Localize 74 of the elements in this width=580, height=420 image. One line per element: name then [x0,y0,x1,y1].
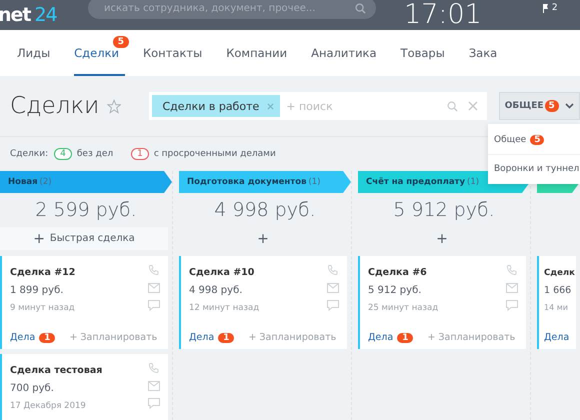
deal-title[interactable]: Сделка #10 [189,264,327,282]
deal-title[interactable]: Сделка #6 [368,264,506,282]
deal-amount: 4 998 руб. [189,284,244,298]
add-deal-button[interactable]: + [179,227,347,250]
page-title: Сделки [10,93,100,119]
deal-title[interactable]: Сделка тестовая [10,362,148,380]
counter-text[interactable]: с просроченными делами [154,149,276,159]
search-input[interactable]: искать сотрудника, документ, прочее... [102,2,355,14]
nav-tab[interactable]: Лиды [17,30,50,76]
tasks-link[interactable]: Дела [189,332,214,343]
flag-icon [542,4,549,12]
deal-amount: 1 666 [544,284,572,298]
envelope-icon[interactable] [506,283,518,293]
stage-total: 4 998 руб. [213,198,317,223]
nav-tab[interactable]: Компании [226,30,288,76]
star-icon[interactable] [107,98,122,114]
notification-count: 2 [552,3,558,13]
deal-time: 17 Декабря 2019 [10,400,87,413]
deal-time: 9 минут назад [10,302,76,315]
deal-title[interactable]: Сделка #12 [10,264,148,282]
close-icon[interactable] [267,102,274,110]
phone-icon[interactable] [148,362,160,374]
deal-title[interactable]: Сделк [544,264,576,282]
deal-amount: 5 912 руб. [368,284,422,298]
deal-time: 25 минут назад [368,302,440,315]
nav-tab[interactable]: Аналитика [311,30,377,76]
nav-tab[interactable]: Контакты [142,30,202,76]
search-field[interactable]: искать сотрудника, документ, прочее... [88,0,376,19]
tasks-link[interactable]: Дела [368,332,394,343]
phone-icon[interactable] [148,264,160,276]
deal-amount: 1 899 руб. [10,284,64,298]
chat-icon[interactable] [327,300,339,311]
counter-badge[interactable]: 1 [131,148,149,160]
deal-time: 12 минут назад [189,302,260,315]
counter-text[interactable]: без дел [76,149,114,159]
nav-tab[interactable]: Зака [468,30,498,76]
chat-icon[interactable] [148,300,160,311]
menu-item[interactable]: Воронки и туннел [488,154,580,182]
count-badge: 1 [397,332,414,342]
chat-icon[interactable] [506,300,518,311]
chat-icon[interactable] [148,398,160,409]
envelope-icon[interactable] [148,381,160,391]
tasks-link[interactable]: Дела [544,332,570,343]
tasks-link[interactable]: Дела [10,332,36,343]
count-badge: 5 [530,135,544,145]
counter-label: Сделки: [10,149,48,159]
quick-deal-button[interactable]: + Быстрая сделка [0,227,168,250]
chevron-down-icon [564,103,574,109]
stage-header[interactable]: Подготовка документов (1) [179,171,351,193]
search-icon [355,2,366,14]
search-icon[interactable] [446,100,458,112]
stage-total: 2 599 руб. [34,198,138,223]
chip-label: Сделки в работе [162,100,260,112]
envelope-icon[interactable] [148,283,160,293]
close-icon[interactable] [468,100,478,110]
add-deal-button[interactable]: + [358,227,526,250]
count-badge: 1 [39,332,56,342]
phone-icon[interactable] [327,264,339,276]
stage-total: 5 912 руб. [392,198,496,223]
clock: 17:01 [404,0,482,30]
count-badge: 5 [112,36,129,48]
count-badge: 1 [218,332,234,342]
deal-time: 14 ми [544,302,569,314]
filter-chip[interactable]: Сделки в работе [152,95,280,117]
menu-item[interactable]: Общее 5 [488,126,580,154]
stage-header[interactable]: Новая (2) [0,171,172,193]
category-button[interactable]: ОБЩЕЕ 5 [498,92,580,120]
nav-tab[interactable]: Товары [400,30,445,76]
nav-tab[interactable]: Сделки 5 [74,30,125,76]
envelope-icon[interactable] [327,283,339,293]
deal-amount: 700 руб. [10,382,55,396]
filter-field[interactable]: Сделки в работе + поиск [149,92,487,120]
phone-icon[interactable] [506,264,518,276]
count-badge: 5 [544,100,559,112]
